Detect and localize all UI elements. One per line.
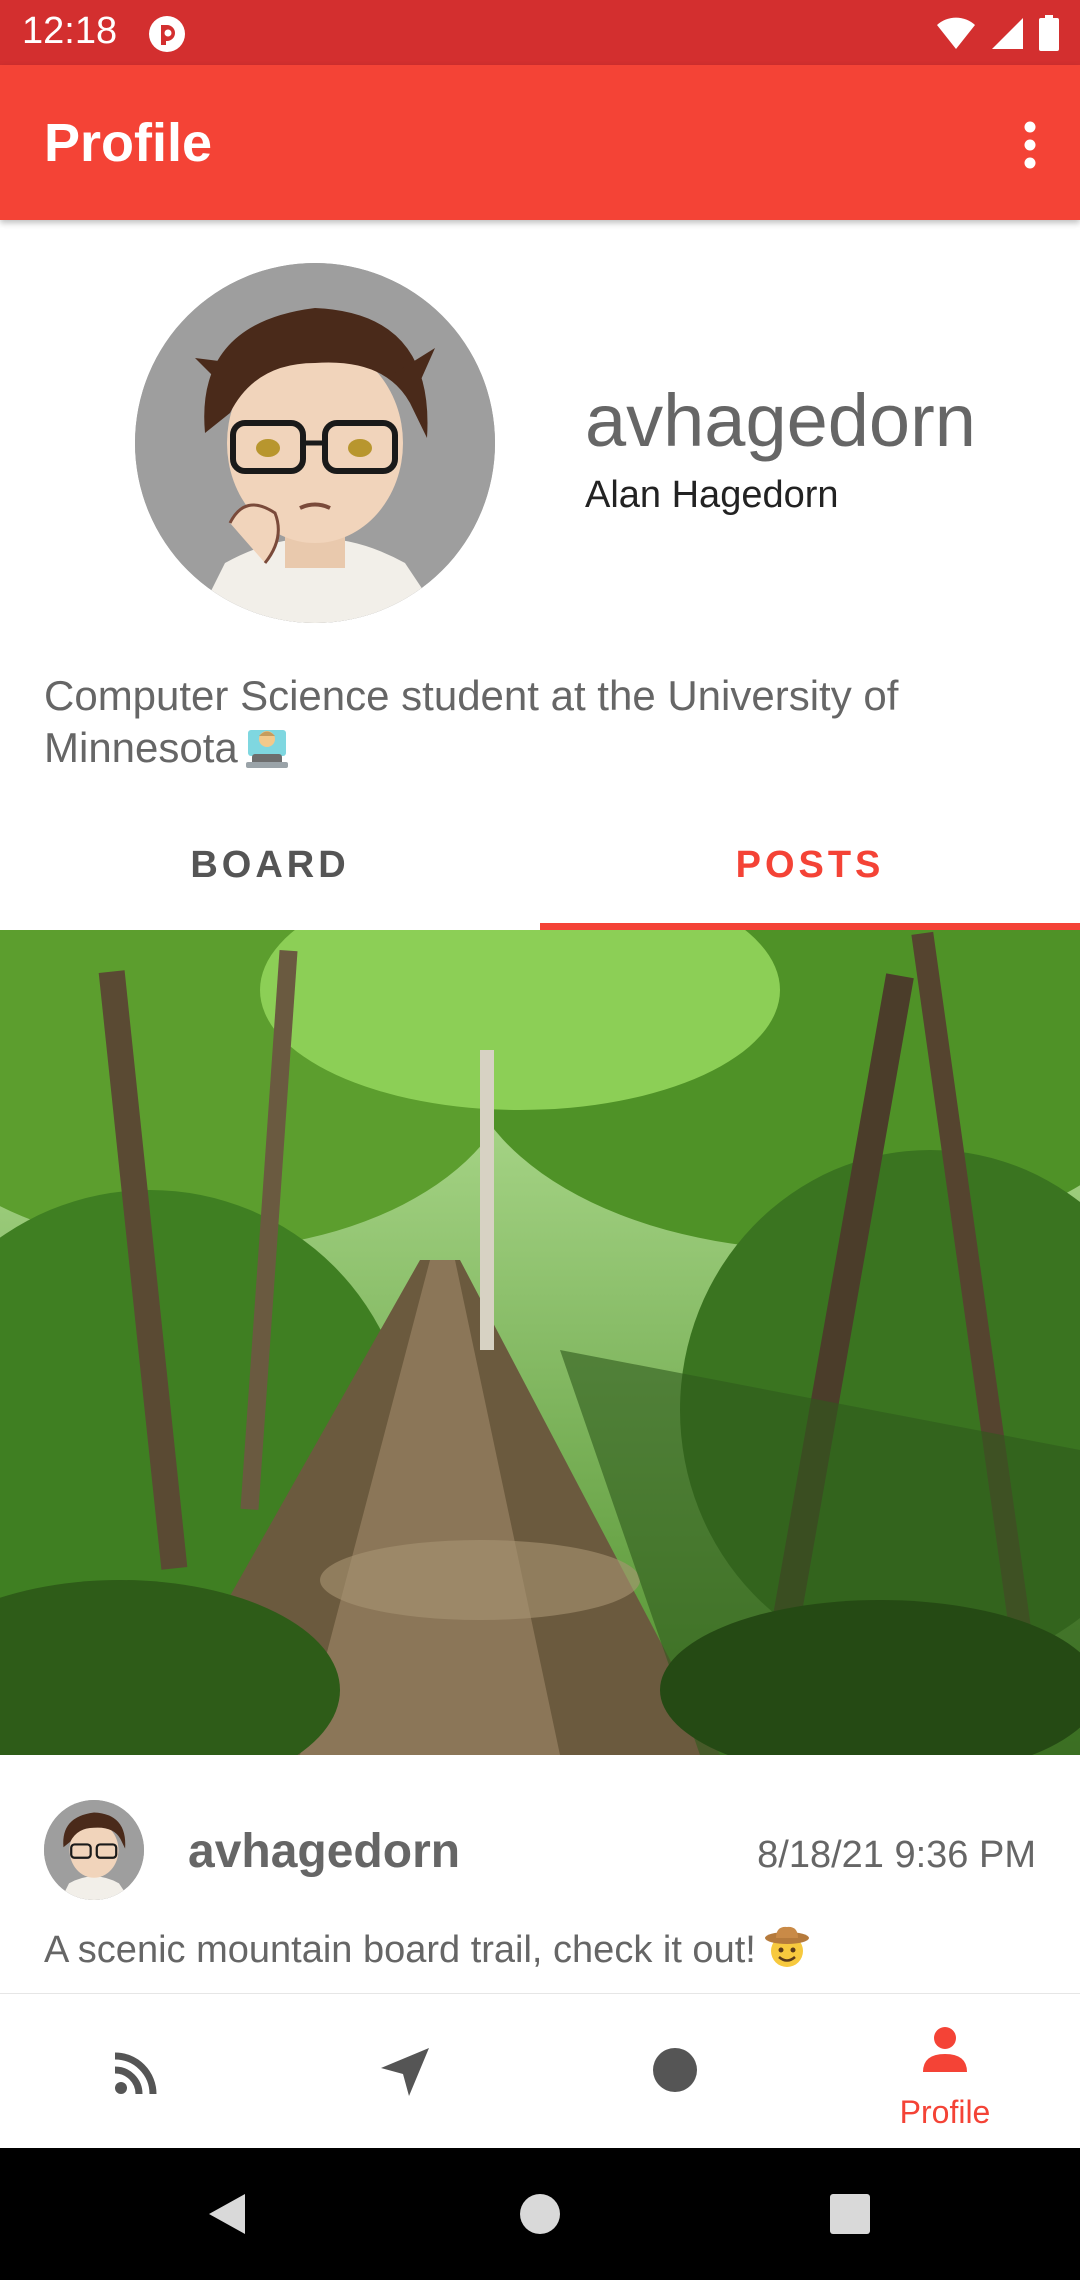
- page-title: Profile: [44, 113, 213, 173]
- nav-item-feed[interactable]: [0, 1994, 270, 2149]
- nav-item-label: Profile: [899, 2094, 991, 2130]
- post-timestamp: 8/18/21 9:36 PM: [757, 1834, 1036, 1876]
- person-icon: [923, 2027, 967, 2072]
- forest-trail-photo: [0, 930, 1080, 1755]
- nav-item-navigate[interactable]: [270, 1994, 540, 2149]
- app-bar: Profile: [0, 65, 1080, 220]
- post-avatar-illustration: [44, 1800, 144, 1900]
- back-icon[interactable]: [205, 2192, 249, 2236]
- notification-app-icon: [149, 16, 185, 52]
- home-icon[interactable]: [518, 2192, 562, 2236]
- post-caption: A scenic mountain board trail, check it …: [44, 1924, 810, 1972]
- post-caption-text: A scenic mountain board trail, check it …: [44, 1929, 756, 1971]
- profile-full-name: Alan Hagedorn: [585, 474, 839, 516]
- status-time: 12:18: [22, 10, 118, 52]
- cowboy-emoji-icon: [764, 1926, 809, 1967]
- profile-tabs: BOARD POSTS: [0, 800, 1080, 930]
- profile-avatar[interactable]: [135, 263, 495, 623]
- avatar-illustration: [135, 263, 495, 623]
- bottom-navigation: Profile: [0, 1993, 1080, 2149]
- battery-icon: [1039, 15, 1059, 51]
- status-bar: 12:18: [0, 0, 1080, 65]
- cell-signal-icon: [992, 18, 1023, 49]
- profile-username: avhagedorn: [585, 379, 976, 462]
- overflow-menu-icon[interactable]: [1010, 115, 1050, 175]
- record-circle-icon: [653, 2048, 697, 2092]
- tab-board[interactable]: BOARD: [0, 800, 540, 930]
- post-username[interactable]: avhagedorn: [188, 1824, 460, 1879]
- nav-item-record[interactable]: [540, 1994, 810, 2149]
- system-navigation-bar: [0, 2148, 1080, 2280]
- profile-bio: Computer Science student at the Universi…: [44, 670, 1044, 774]
- profile-bio-text: Computer Science student at the Universi…: [44, 672, 899, 771]
- post-author-avatar[interactable]: [44, 1800, 144, 1900]
- nav-item-profile[interactable]: Profile: [810, 1994, 1080, 2149]
- tab-posts[interactable]: POSTS: [540, 800, 1080, 930]
- navigation-arrow-icon: [381, 2048, 429, 2096]
- post-image[interactable]: [0, 930, 1080, 1755]
- recents-icon[interactable]: [828, 2192, 872, 2236]
- tab-indicator: [540, 923, 1080, 930]
- technologist-emoji-icon: [245, 730, 288, 768]
- wifi-icon: [937, 17, 975, 49]
- rss-feed-icon: [114, 2052, 157, 2095]
